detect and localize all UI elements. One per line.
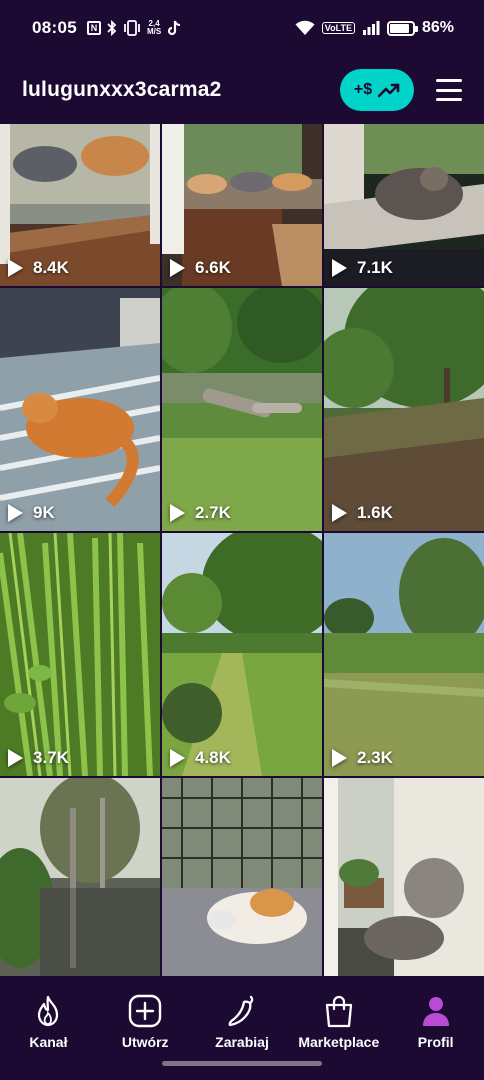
shopping-bag-icon: [322, 994, 356, 1028]
trending-up-icon: [378, 83, 400, 98]
nav-label-profil: Profil: [417, 1034, 454, 1050]
view-count-value: 6.6K: [195, 258, 231, 277]
video-tile[interactable]: 4.8K: [162, 533, 322, 776]
view-count-value: 8.4K: [33, 258, 69, 277]
tiktok-icon: [168, 20, 181, 36]
nav-label-marketplace: Marketplace: [298, 1034, 380, 1050]
view-count: 6.6K: [170, 258, 231, 278]
view-count-value: 1.6K: [357, 503, 393, 522]
video-thumbnail: [324, 778, 484, 978]
video-thumbnail: [162, 288, 322, 531]
video-tile[interactable]: 2.3K: [324, 533, 484, 776]
video-tile[interactable]: [324, 778, 484, 978]
play-icon: [332, 749, 347, 767]
play-icon: [332, 504, 347, 522]
home-indicator[interactable]: [162, 1061, 322, 1066]
play-icon: [8, 749, 23, 767]
play-icon: [170, 749, 185, 767]
video-grid: 8.4K 6.6K 7.1K 9K 2.7K 1.6K 3.7K 4.8K 2.3K: [0, 124, 484, 978]
video-tile[interactable]: 8.4K: [0, 124, 160, 286]
video-thumbnail: [0, 778, 160, 978]
view-count-value: 2.7K: [195, 503, 231, 522]
status-icons-right: VoLTE 86%: [295, 19, 454, 37]
nav-item-zarabiaj[interactable]: Zarabiaj: [194, 994, 291, 1080]
view-count: 2.7K: [170, 503, 231, 523]
video-thumbnail: [324, 288, 484, 531]
nav-item-utworz[interactable]: Utwórz: [97, 994, 194, 1080]
nav-item-profil[interactable]: Profil: [387, 994, 484, 1080]
view-count: 8.4K: [8, 258, 69, 278]
network-speed: 2,4 M/S: [147, 20, 161, 36]
view-count-value: 3.7K: [33, 748, 69, 767]
view-count-value: 4.8K: [195, 748, 231, 767]
view-count: 4.8K: [170, 748, 231, 768]
video-thumbnail: [162, 778, 322, 978]
view-count-value: 7.1K: [357, 258, 393, 277]
view-count-value: 2.3K: [357, 748, 393, 767]
video-thumbnail: [324, 533, 484, 776]
earn-button[interactable]: +$: [340, 69, 414, 111]
plus-square-icon: [128, 994, 162, 1028]
view-count: 1.6K: [332, 503, 393, 523]
battery-icon: [386, 20, 418, 36]
view-count: 3.7K: [8, 748, 69, 768]
battery-level: [389, 23, 409, 33]
play-icon: [332, 259, 347, 277]
video-thumbnail: [162, 533, 322, 776]
video-tile[interactable]: 1.6K: [324, 288, 484, 531]
video-thumbnail: [0, 288, 160, 531]
bluetooth-icon: [107, 20, 117, 36]
wifi-icon: [295, 20, 315, 35]
nav-item-marketplace[interactable]: Marketplace: [290, 994, 387, 1080]
video-tile[interactable]: [0, 778, 160, 978]
signal-icon: [362, 21, 380, 35]
chili-icon: [225, 994, 259, 1028]
username: lulugunxxx3carma2: [22, 78, 222, 101]
hamburger-menu-icon[interactable]: [436, 79, 462, 101]
vibrate-icon: [124, 20, 140, 36]
view-count: 7.1K: [332, 258, 393, 278]
status-icons-left: N 2,4 M/S: [86, 20, 181, 36]
play-icon: [8, 259, 23, 277]
view-count: 9K: [8, 503, 55, 523]
status-bar: 08:05 N 2,4 M/S VoLTE 86%: [0, 0, 484, 56]
nfc-icon: N: [86, 21, 101, 35]
volte-badge: VoLTE: [321, 22, 355, 34]
flame-icon: [31, 994, 65, 1028]
network-speed-unit: M/S: [146, 27, 162, 36]
play-icon: [8, 504, 23, 522]
play-icon: [170, 259, 185, 277]
earn-button-label: +$: [353, 81, 373, 98]
nav-item-kanal[interactable]: Kanał: [0, 994, 97, 1080]
video-thumbnail: [0, 533, 160, 776]
nav-label-utworz: Utwórz: [121, 1034, 169, 1050]
status-time: 08:05: [32, 18, 77, 37]
profile-header: lulugunxxx3carma2 +$: [0, 56, 484, 124]
video-tile[interactable]: 2.7K: [162, 288, 322, 531]
play-icon: [170, 504, 185, 522]
video-tile[interactable]: 9K: [0, 288, 160, 531]
video-tile[interactable]: 6.6K: [162, 124, 322, 286]
view-count: 2.3K: [332, 748, 393, 768]
nav-label-kanal: Kanał: [29, 1034, 68, 1050]
video-tile[interactable]: [162, 778, 322, 978]
video-tile[interactable]: 7.1K: [324, 124, 484, 286]
nav-label-zarabiaj: Zarabiaj: [215, 1034, 269, 1050]
video-tile[interactable]: 3.7K: [0, 533, 160, 776]
profile-icon: [419, 994, 453, 1028]
view-count-value: 9K: [33, 503, 55, 522]
battery-percent: 86%: [421, 19, 454, 36]
